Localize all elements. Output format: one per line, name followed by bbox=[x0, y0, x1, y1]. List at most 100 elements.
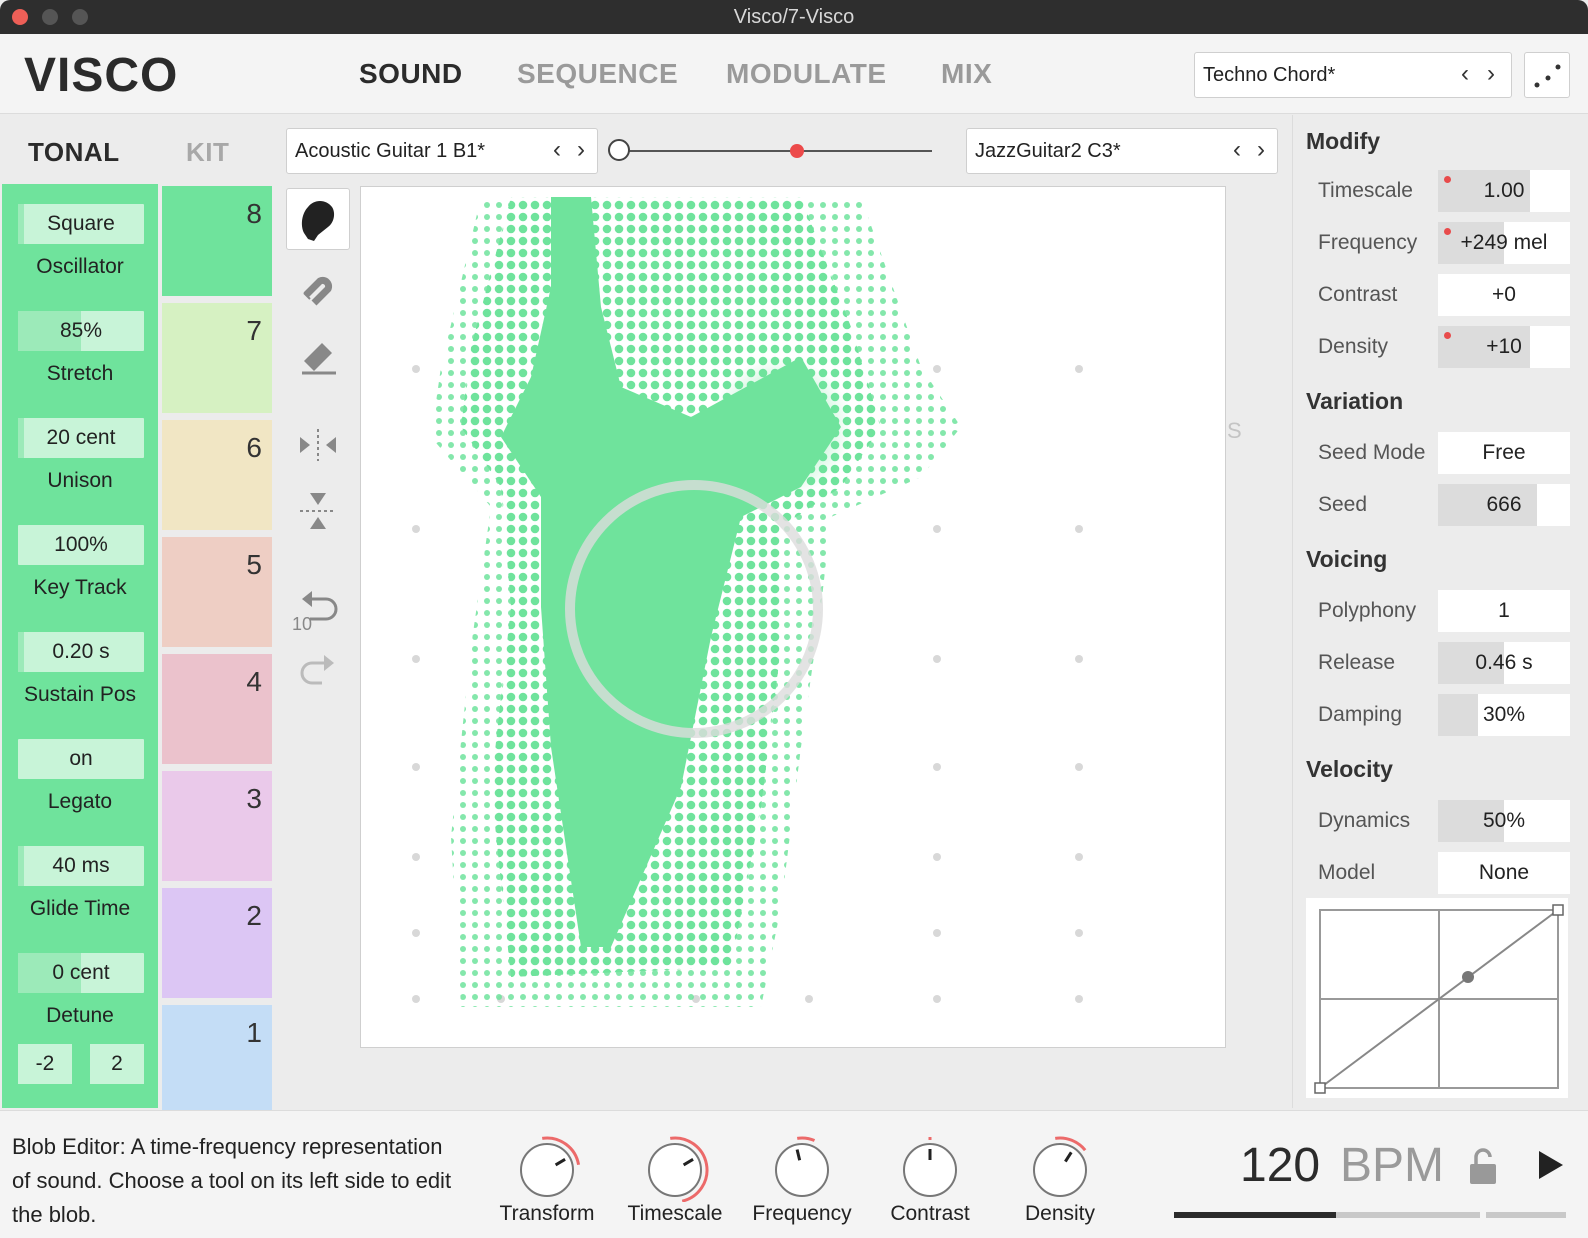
tonal-param-value[interactable]: 100% bbox=[18, 525, 144, 565]
kit-slot[interactable]: 7 bbox=[162, 303, 272, 413]
kit-slot[interactable]: 1 bbox=[162, 1005, 272, 1115]
tonal-param-label: Detune bbox=[46, 1004, 114, 1027]
knob-transform[interactable] bbox=[511, 1130, 583, 1202]
stretch-vertical-tool-button[interactable] bbox=[286, 480, 350, 542]
tonal-param-value[interactable]: 20 cent bbox=[18, 418, 144, 458]
param-label: Density bbox=[1318, 335, 1389, 358]
tab-sound[interactable]: SOUND bbox=[359, 58, 463, 90]
kit-slot[interactable]: 4 bbox=[162, 654, 272, 764]
knob-label: Timescale bbox=[627, 1202, 723, 1225]
stretch-horizontal-icon bbox=[300, 429, 336, 461]
knob-frequency[interactable] bbox=[766, 1130, 838, 1202]
param-label: Damping bbox=[1318, 703, 1403, 726]
redo-button[interactable] bbox=[286, 640, 350, 702]
kit-slot[interactable]: 2 bbox=[162, 888, 272, 998]
tab-tonal[interactable]: TONAL bbox=[28, 137, 120, 168]
chevron-right-icon[interactable]: › bbox=[1487, 62, 1495, 86]
chevron-left-icon[interactable]: ‹ bbox=[1461, 62, 1469, 86]
window-title: Visco/7-Visco bbox=[733, 6, 855, 28]
param-value-text: 30% bbox=[1482, 703, 1526, 726]
tab-sequence[interactable]: SEQUENCE bbox=[517, 58, 678, 90]
param-value-box[interactable]: +249 mel bbox=[1438, 222, 1570, 264]
range-max-value[interactable]: 2 bbox=[90, 1044, 144, 1084]
param-value-box[interactable]: 30% bbox=[1438, 694, 1570, 736]
knob-dial-icon bbox=[1033, 1136, 1087, 1197]
tonal-param-value[interactable]: 0.20 s bbox=[18, 632, 144, 672]
kit-slot[interactable]: 3 bbox=[162, 771, 272, 881]
tonal-param-value[interactable]: on bbox=[18, 739, 144, 779]
tab-mix[interactable]: MIX bbox=[941, 58, 992, 90]
kit-slot[interactable]: 6 bbox=[162, 420, 272, 530]
tonal-param-value-text: 85% bbox=[59, 319, 103, 342]
blend-slider-handle[interactable] bbox=[789, 144, 804, 158]
tab-modulate[interactable]: MODULATE bbox=[726, 58, 887, 90]
blob-editor-canvas[interactable] bbox=[360, 186, 1226, 1048]
kit-slot-number: 8 bbox=[246, 198, 262, 229]
bpm-unit: BPM bbox=[1340, 1139, 1445, 1192]
magnet-tool-button[interactable] bbox=[286, 256, 350, 318]
tonal-param-value[interactable]: 85% bbox=[18, 311, 144, 351]
param-value-box[interactable]: 50% bbox=[1438, 800, 1570, 842]
kit-slot-number: 2 bbox=[246, 900, 262, 931]
chevron-left-icon[interactable]: ‹ bbox=[553, 138, 561, 162]
tonal-param-fill bbox=[18, 632, 25, 672]
param-value-box[interactable]: 1 bbox=[1438, 590, 1570, 632]
play-button[interactable] bbox=[1535, 1148, 1565, 1187]
chevron-right-icon[interactable]: › bbox=[1257, 138, 1265, 162]
param-value-text: 50% bbox=[1482, 809, 1526, 832]
sound-a-selector[interactable]: Acoustic Guitar 1 B1* ‹ › bbox=[286, 128, 598, 174]
param-value-box[interactable]: 1.00 bbox=[1438, 170, 1570, 212]
play-icon bbox=[1539, 1151, 1563, 1179]
stretch-horizontal-tool-button[interactable] bbox=[286, 414, 350, 476]
param-value-box[interactable]: +0 bbox=[1438, 274, 1570, 316]
tonal-param-value[interactable]: Square bbox=[18, 204, 144, 244]
redo-icon bbox=[300, 655, 334, 685]
tonal-param-value[interactable]: 0 cent bbox=[18, 953, 144, 993]
preset-selector[interactable]: Techno Chord* ‹ › bbox=[1194, 52, 1512, 98]
knob-label: Contrast bbox=[890, 1202, 970, 1225]
chevron-left-icon[interactable]: ‹ bbox=[1233, 138, 1241, 162]
param-value-text: +0 bbox=[1492, 283, 1516, 306]
tonal-param-label: Glide Time bbox=[29, 897, 131, 920]
param-value-box[interactable]: None bbox=[1438, 852, 1570, 894]
param-value-text: 1 bbox=[1498, 599, 1510, 622]
tab-kit[interactable]: KIT bbox=[186, 137, 229, 168]
tonal-param-value-text: on bbox=[69, 747, 93, 770]
sound-b-selector[interactable]: JazzGuitar2 C3* ‹ › bbox=[966, 128, 1278, 174]
param-value-text: 1.00 bbox=[1483, 179, 1525, 202]
kit-slot[interactable]: 5 bbox=[162, 537, 272, 647]
kit-slot[interactable]: 8 bbox=[162, 186, 272, 296]
param-label: Frequency bbox=[1318, 231, 1418, 254]
chevron-right-icon[interactable]: › bbox=[577, 138, 585, 162]
tonal-param-label: Stretch bbox=[46, 362, 114, 385]
velocity-curve-editor[interactable] bbox=[1306, 898, 1568, 1098]
kit-slot-number: 5 bbox=[246, 549, 262, 580]
knob-contrast[interactable] bbox=[894, 1130, 966, 1202]
knob-density[interactable] bbox=[1024, 1130, 1096, 1202]
app-logo: VISCO bbox=[24, 49, 179, 102]
sound-a-name: Acoustic Guitar 1 B1* bbox=[295, 140, 486, 162]
smudge-tool-button[interactable] bbox=[286, 188, 350, 250]
param-value-text: None bbox=[1478, 861, 1530, 884]
param-value-box[interactable]: 666 bbox=[1438, 484, 1570, 526]
tonal-param-label: Sustain Pos bbox=[23, 683, 137, 706]
param-value-box[interactable]: +10 bbox=[1438, 326, 1570, 368]
randomize-button[interactable] bbox=[1524, 52, 1570, 98]
param-value-box[interactable]: 0.46 s bbox=[1438, 642, 1570, 684]
param-value-text: Free bbox=[1482, 441, 1526, 464]
param-label: Release bbox=[1318, 651, 1396, 674]
canvas-marker-s: S bbox=[1227, 418, 1242, 443]
param-value-box[interactable]: Free bbox=[1438, 432, 1570, 474]
range-min-value[interactable]: -2 bbox=[18, 1044, 72, 1084]
eraser-tool-button[interactable] bbox=[286, 324, 350, 386]
knob-timescale[interactable] bbox=[639, 1130, 711, 1203]
blend-slider-track[interactable] bbox=[618, 150, 932, 152]
tonal-param-fill bbox=[18, 418, 25, 458]
header-bar: VISCO SOUND SEQUENCE MODULATE MIX Techno… bbox=[0, 34, 1588, 114]
scatter-dots-icon bbox=[1534, 64, 1561, 88]
lock-button[interactable] bbox=[1468, 1148, 1498, 1189]
bpm-value[interactable]: 120 bbox=[1240, 1138, 1320, 1193]
tonal-param-value[interactable]: 40 ms bbox=[18, 846, 144, 886]
section-title-voicing: Voicing bbox=[1306, 546, 1388, 572]
tonal-param-fill bbox=[18, 846, 25, 886]
